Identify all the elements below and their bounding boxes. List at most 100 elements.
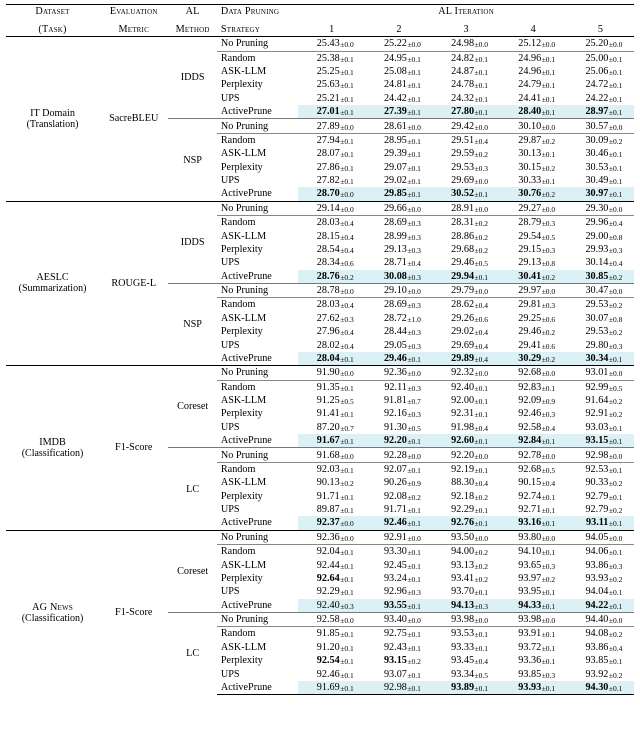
value-cell: 30.15±0.2	[500, 161, 567, 174]
value-cell: 30.85±0.2	[567, 270, 634, 284]
value-cell: 91.90±0.0	[298, 366, 365, 380]
value-cell: 92.07±0.1	[365, 462, 432, 476]
value-cell: 93.65±0.3	[500, 558, 567, 571]
strategy-label: UPS	[217, 338, 298, 351]
value-cell: 25.21±0.1	[298, 92, 365, 105]
value-cell: 92.20±0.1	[365, 434, 432, 448]
value-cell: 91.85±0.1	[298, 627, 365, 641]
dataset-label: AG News(Classification)	[6, 530, 99, 695]
al-method-label: NSP	[168, 119, 217, 201]
value-cell: 28.54±0.4	[298, 243, 365, 256]
value-cell: 91.67±0.1	[298, 434, 365, 448]
strategy-label: ASK-LLM	[217, 65, 298, 78]
value-cell: 91.35±0.1	[298, 380, 365, 394]
value-cell: 93.80±0.0	[500, 530, 567, 544]
al-method-label: IDDS	[168, 37, 217, 119]
value-cell: 25.20±0.0	[567, 37, 634, 51]
value-cell: 29.66±0.0	[365, 201, 432, 215]
value-cell: 30.07±0.8	[567, 312, 634, 325]
strategy-label: ASK-LLM	[217, 312, 298, 325]
value-cell: 25.12±0.0	[500, 37, 567, 51]
value-cell: 29.68±0.2	[432, 243, 499, 256]
value-cell: 87.20±0.7	[298, 421, 365, 434]
value-cell: 29.15±0.3	[500, 243, 567, 256]
value-cell: 93.01±0.0	[567, 366, 634, 380]
strategy-label: Random	[217, 627, 298, 641]
value-cell: 25.63±0.1	[298, 78, 365, 91]
value-cell: 92.68±0.5	[500, 462, 567, 476]
value-cell: 92.03±0.1	[298, 462, 365, 476]
value-cell: 30.41±0.2	[500, 270, 567, 284]
value-cell: 29.81±0.3	[500, 298, 567, 312]
value-cell: 92.54±0.1	[298, 654, 365, 667]
value-cell: 24.79±0.1	[500, 78, 567, 91]
value-cell: 88.30±0.4	[432, 476, 499, 489]
hdr-metric: Evaluation	[110, 6, 158, 17]
value-cell: 29.05±0.3	[365, 338, 432, 351]
strategy-label: ActivePrune	[217, 434, 298, 448]
value-cell: 92.44±0.1	[298, 558, 365, 571]
strategy-label: Perplexity	[217, 325, 298, 338]
value-cell: 90.13±0.2	[298, 476, 365, 489]
value-cell: 28.02±0.4	[298, 338, 365, 351]
value-cell: 94.08±0.2	[567, 627, 634, 641]
value-cell: 30.49±0.1	[567, 174, 634, 187]
value-cell: 92.84±0.1	[500, 434, 567, 448]
value-cell: 92.58±0.0	[298, 612, 365, 626]
value-cell: 25.22±0.0	[365, 37, 432, 51]
dataset-label: AESLC(Summarization)	[6, 201, 99, 366]
value-cell: 29.53±0.2	[567, 298, 634, 312]
value-cell: 92.79±0.1	[567, 490, 634, 503]
value-cell: 92.36±0.0	[365, 366, 432, 380]
strategy-label: UPS	[217, 92, 298, 105]
value-cell: 28.04±0.1	[298, 352, 365, 366]
value-cell: 28.70±0.0	[298, 187, 365, 201]
value-cell: 28.62±0.4	[432, 298, 499, 312]
value-cell: 92.60±0.1	[432, 434, 499, 448]
value-cell: 93.97±0.2	[500, 572, 567, 585]
value-cell: 30.33±0.1	[500, 174, 567, 187]
value-cell: 28.40±0.1	[500, 105, 567, 119]
strategy-label: UPS	[217, 174, 298, 187]
value-cell: 30.47±0.0	[567, 283, 634, 297]
value-cell: 92.46±0.1	[365, 516, 432, 530]
value-cell: 29.13±0.3	[365, 243, 432, 256]
value-cell: 93.85±0.3	[500, 667, 567, 680]
strategy-label: ASK-LLM	[217, 229, 298, 242]
value-cell: 92.20±0.0	[432, 448, 499, 462]
value-cell: 28.91±0.0	[432, 201, 499, 215]
value-cell: 93.95±0.1	[500, 585, 567, 598]
value-cell: 94.00±0.2	[432, 545, 499, 559]
value-cell: 91.71±0.1	[298, 490, 365, 503]
value-cell: 28.95±0.1	[365, 133, 432, 147]
value-cell: 93.89±0.1	[432, 681, 499, 695]
value-cell: 92.37±0.0	[298, 516, 365, 530]
value-cell: 90.15±0.4	[500, 476, 567, 489]
value-cell: 91.25±0.5	[298, 394, 365, 407]
value-cell: 91.64±0.2	[567, 394, 634, 407]
value-cell: 29.96±0.4	[567, 216, 634, 230]
value-cell: 24.32±0.1	[432, 92, 499, 105]
value-cell: 27.82±0.1	[298, 174, 365, 187]
value-cell: 93.24±0.1	[365, 572, 432, 585]
value-cell: 92.79±0.2	[567, 503, 634, 516]
value-cell: 25.00±0.1	[567, 51, 634, 65]
value-cell: 93.93±0.1	[500, 681, 567, 695]
value-cell: 27.96±0.4	[298, 325, 365, 338]
value-cell: 30.34±0.1	[567, 352, 634, 366]
value-cell: 92.31±0.1	[432, 407, 499, 420]
value-cell: 92.53±0.1	[567, 462, 634, 476]
al-method-label: LC	[168, 448, 217, 530]
value-cell: 92.40±0.1	[432, 380, 499, 394]
strategy-label: Perplexity	[217, 78, 298, 91]
hdr-prune: Data Pruning	[221, 6, 279, 17]
value-cell: 29.42±0.0	[432, 119, 499, 133]
value-cell: 93.91±0.1	[500, 627, 567, 641]
value-cell: 28.31±0.2	[432, 216, 499, 230]
value-cell: 94.13±0.3	[432, 599, 499, 613]
al-method-label: IDDS	[168, 201, 217, 283]
strategy-label: ActivePrune	[217, 105, 298, 119]
value-cell: 94.22±0.1	[567, 599, 634, 613]
value-cell: 93.07±0.1	[365, 667, 432, 680]
value-cell: 30.53±0.1	[567, 161, 634, 174]
